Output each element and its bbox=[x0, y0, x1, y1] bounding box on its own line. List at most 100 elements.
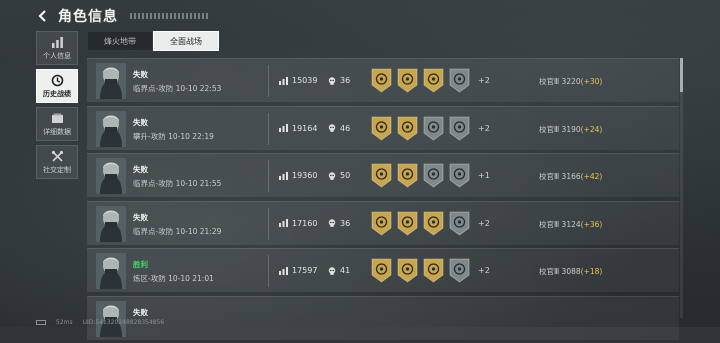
sidebar-item-label: 社交定制 bbox=[43, 165, 71, 174]
sidebar-item-profile[interactable]: 个人信息 bbox=[36, 31, 78, 65]
folder-icon bbox=[51, 113, 63, 123]
match-row[interactable]: 失败 临界点-攻防 10-10 22:53 15039 36 +2 校官Ⅲ 32… bbox=[87, 58, 679, 102]
uid-text: UID:541320248828354856 bbox=[82, 319, 165, 326]
kills-stat: 41 bbox=[328, 266, 350, 275]
rank-rating: 校官Ⅲ 3124(+36) bbox=[539, 219, 602, 230]
medal-icon bbox=[423, 68, 444, 93]
page-title: 角色信息 bbox=[58, 9, 118, 25]
match-result: 失败 bbox=[133, 307, 148, 317]
medal-icon bbox=[423, 116, 444, 140]
match-result: 失败 bbox=[133, 70, 148, 79]
header: 角色信息 bbox=[36, 6, 210, 26]
sidebar-item-details[interactable]: 详细数据 bbox=[36, 107, 78, 141]
bar-chart-icon bbox=[51, 36, 63, 48]
match-result: 失败 bbox=[133, 212, 148, 222]
match-map-time: 临界点-攻防 10-10 21:55 bbox=[133, 179, 222, 188]
divider bbox=[268, 112, 269, 145]
score-bar-icon bbox=[279, 171, 288, 180]
rank-delta: (+30) bbox=[580, 77, 603, 86]
medal-icon bbox=[371, 68, 392, 93]
medal-icon bbox=[371, 258, 392, 283]
tools-icon bbox=[51, 150, 63, 162]
medal-icon bbox=[449, 211, 470, 235]
score-stat: 15039 bbox=[279, 76, 317, 85]
avatar bbox=[96, 253, 126, 289]
rank-delta: (+18) bbox=[580, 267, 603, 276]
rank-value: 校官Ⅲ 3190 bbox=[539, 124, 581, 134]
rank-rating: 校官Ⅲ 3220(+30) bbox=[539, 76, 602, 87]
scrollbar-track[interactable] bbox=[680, 58, 683, 318]
rank-rating: 校官Ⅲ 3190(+24) bbox=[539, 124, 602, 135]
score-bar-icon bbox=[279, 219, 288, 227]
match-result: 失败 bbox=[133, 117, 148, 127]
medal-list: +2 bbox=[371, 68, 490, 93]
match-history-list: 失败 临界点-攻防 10-10 22:53 15039 36 +2 校官Ⅲ 32… bbox=[87, 58, 679, 343]
kills-value: 36 bbox=[340, 218, 351, 228]
medal-icon bbox=[371, 163, 392, 188]
skull-icon bbox=[328, 124, 336, 132]
score-stat: 19360 bbox=[279, 171, 317, 180]
match-map-time: 临界点-攻防 10-10 22:53 bbox=[133, 84, 222, 93]
more-medals-count: +2 bbox=[478, 218, 490, 228]
rank-rating: 校官Ⅲ 3166(+42) bbox=[539, 171, 602, 182]
clock-icon bbox=[51, 74, 63, 86]
medal-icon bbox=[449, 116, 470, 140]
medal-icon bbox=[397, 258, 418, 283]
sidebar-item-social[interactable]: 社交定制 bbox=[36, 145, 78, 179]
match-row[interactable]: 失败 临界点-攻防 10-10 21:29 17160 36 +2 校官Ⅲ 31… bbox=[87, 200, 679, 245]
back-arrow-icon[interactable] bbox=[36, 9, 50, 23]
more-medals-count: +2 bbox=[478, 266, 490, 275]
kills-value: 36 bbox=[340, 76, 351, 85]
medal-icon bbox=[397, 68, 418, 93]
match-row[interactable]: 失败 攀升-攻防 10-10 22:19 19164 46 +2 校官Ⅲ 319… bbox=[87, 105, 679, 150]
match-result: 胜利 bbox=[133, 260, 148, 269]
match-row[interactable]: 失败 临界点-攻防 10-10 21:55 19360 50 +1 校官Ⅲ 31… bbox=[87, 153, 679, 197]
sidebar-item-label: 个人信息 bbox=[43, 51, 71, 60]
tab-extraction[interactable]: 烽火地带 bbox=[87, 31, 153, 51]
medal-list: +2 bbox=[371, 258, 490, 283]
score-value: 17597 bbox=[292, 266, 318, 275]
divider bbox=[268, 207, 269, 240]
skull-icon bbox=[328, 266, 336, 275]
rank-value: 校官Ⅲ 3088 bbox=[539, 267, 581, 276]
title-decoration bbox=[130, 13, 210, 19]
medal-icon bbox=[423, 211, 444, 235]
score-value: 19360 bbox=[292, 171, 318, 180]
medal-icon bbox=[371, 116, 392, 140]
ping-readout: 52ms bbox=[56, 319, 73, 326]
divider bbox=[268, 65, 269, 97]
rank-delta: (+24) bbox=[580, 124, 603, 134]
score-stat: 17597 bbox=[279, 266, 317, 275]
medal-list: +2 bbox=[371, 211, 490, 236]
medal-icon bbox=[397, 163, 418, 188]
medal-list: +1 bbox=[371, 163, 490, 188]
sidebar-item-label: 历史战绩 bbox=[43, 89, 71, 98]
skull-icon bbox=[328, 76, 336, 85]
score-bar-icon bbox=[279, 76, 288, 85]
medal-icon bbox=[449, 68, 470, 93]
divider bbox=[268, 255, 269, 287]
medal-icon bbox=[449, 258, 470, 283]
score-stat: 17160 bbox=[279, 219, 317, 228]
sidebar: 个人信息 历史战绩 详细数据 社交定制 bbox=[36, 31, 78, 183]
avatar bbox=[96, 205, 126, 242]
battery-icon bbox=[36, 320, 46, 325]
skull-icon bbox=[328, 171, 336, 180]
match-map-time: 攀升-攻防 10-10 22:19 bbox=[133, 131, 214, 141]
tab-full-battlefield[interactable]: 全面战场 bbox=[153, 31, 219, 51]
scrollbar-thumb[interactable] bbox=[680, 58, 683, 92]
kills-value: 50 bbox=[340, 171, 351, 180]
medal-list: +2 bbox=[371, 116, 490, 141]
avatar bbox=[96, 63, 126, 99]
sidebar-item-history[interactable]: 历史战绩 bbox=[36, 69, 78, 103]
more-medals-count: +2 bbox=[478, 123, 490, 133]
match-row[interactable]: 胜利 炼区-攻防 10-10 21:01 17597 41 +2 校官Ⅲ 308… bbox=[87, 248, 679, 292]
footer: 52ms UID:541320248828354856 bbox=[36, 319, 164, 326]
rank-value: 校官Ⅲ 3166 bbox=[539, 172, 581, 181]
score-bar-icon bbox=[279, 266, 288, 275]
kills-stat: 36 bbox=[328, 219, 350, 228]
score-value: 19164 bbox=[292, 123, 318, 133]
match-map-time: 临界点-攻防 10-10 21:29 bbox=[133, 226, 222, 236]
kills-stat: 36 bbox=[328, 76, 350, 85]
match-row[interactable]: 失败 bbox=[87, 295, 679, 340]
